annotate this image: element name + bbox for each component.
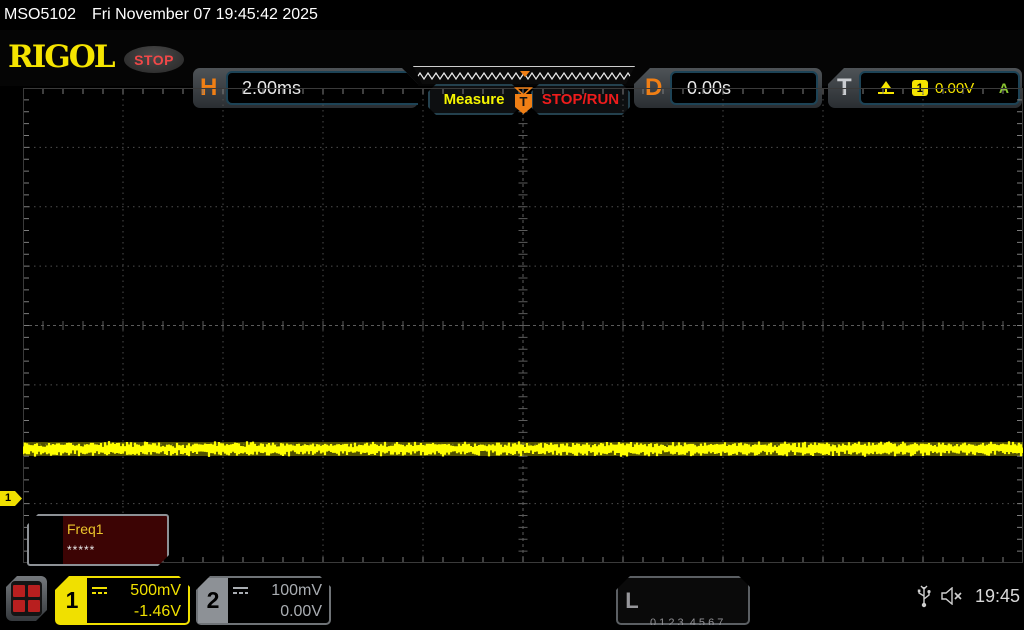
logic-analyzer-status-box[interactable]: L 0 1 2 3 4 5 6 7 8 9 10 11 12 13 14 15 [616,576,750,625]
channel1-offset: -1.46V [91,601,181,622]
channel1-marker-number: 1 [5,492,11,504]
speaker-muted-icon [941,587,965,605]
dc-coupling-icon [91,585,108,596]
channel2-status-box[interactable]: 2 100mV 0.00V [196,576,331,625]
channel2-scale: 100mV [254,580,322,601]
measurement-name: Freq1 [67,521,104,537]
acquisition-status-indicator[interactable]: STOP [124,46,184,73]
datetime: Fri November 07 19:45:42 2025 [92,6,318,24]
red-squares-icon [11,581,42,616]
channel2-offset: 0.00V [232,601,322,622]
overview-waveform-icon [416,69,632,82]
logic-analyzer-tab: L [618,578,646,623]
oscilloscope-screen: MSO5102 Fri November 07 19:45:42 2025 RI… [0,0,1024,630]
channel1-scale: 500mV [113,580,181,601]
trigger-marker-letter: T [520,94,528,109]
channel1-level-marker[interactable]: 1 [0,491,23,506]
measurement-value: ***** [67,543,95,557]
channel1-readout: 500mV -1.46V [91,578,181,623]
bottom-bar: 1 500mV -1.46V 2 100mV 0.00V L 0 1 2 3 4… [0,570,1024,630]
status-icons: 19:45 [917,584,1020,608]
usb-icon [917,584,931,608]
model-name: MSO5102 [4,6,76,24]
acquisition-status-label: STOP [134,52,174,68]
function-navigation-button[interactable] [6,576,47,621]
waveform-overview-strip[interactable] [413,66,635,84]
top-status-bar: MSO5102 Fri November 07 19:45:42 2025 [0,0,1024,30]
dc-coupling-icon [232,585,249,596]
graticule-area [23,88,1023,563]
channel2-tab: 2 [198,578,228,623]
logic-channel-numbers: 0 1 2 3 4 5 6 7 8 9 10 11 12 13 14 15 [650,583,756,630]
logic-row-0-7: 0 1 2 3 4 5 6 7 [650,615,756,630]
measurement-box[interactable]: Freq1 ***** [27,514,169,566]
header-bar: RIGOL STOP H 2.00ms 1GSa/s 20Mpts Measur… [0,30,1024,86]
channel1-tab: 1 [57,578,87,623]
channel2-readout: 100mV 0.00V [232,578,322,623]
clock: 19:45 [975,586,1020,607]
trigger-position-marker[interactable]: T [514,87,533,115]
rigol-logo: RIGOL [8,42,114,72]
channel1-status-box[interactable]: 1 500mV -1.46V [55,576,190,625]
graticule-grid [23,88,1023,563]
